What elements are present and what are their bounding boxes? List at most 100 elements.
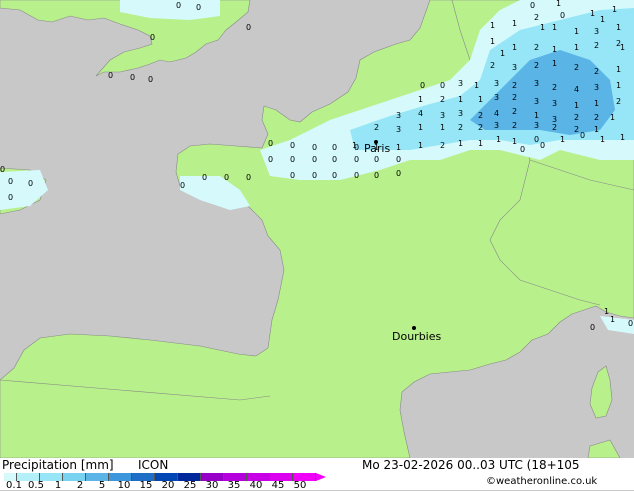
precip-value-label: 1 <box>418 141 423 150</box>
precip-value-label: 1 <box>594 99 599 108</box>
precip-value-label: 1 <box>616 23 621 32</box>
precip-value-label: 2 <box>512 107 517 116</box>
precip-value-label: 1 <box>610 315 615 324</box>
precip-value-label: 0 <box>312 155 317 164</box>
precip-value-label: 3 <box>594 83 599 92</box>
precip-value-label: 0 <box>312 171 317 180</box>
precip-value-label: 0 <box>354 155 359 164</box>
precip-value-label: 0 <box>332 143 337 152</box>
precip-value-label: 2 <box>616 97 621 106</box>
precip-value-label: 2 <box>374 123 379 132</box>
precip-value-label: 0 <box>540 141 545 150</box>
city-label-dourbies: Dourbies <box>392 330 442 343</box>
precip-value-label: 1 <box>512 43 517 52</box>
precipitation-map: 0 11 11 121 1 3 111 2 1 1 2 22 3 2 1 2 2 13 1 3 2 3 2 4 3 11 2 1 1 3 2… <box>0 0 634 458</box>
precip-value-label: 1 <box>620 133 625 142</box>
precip-value-label: 2 <box>574 125 579 134</box>
precip-value-label: 0 <box>590 323 595 332</box>
city-paris: Paris <box>364 140 390 155</box>
precip-value-label: 2 <box>512 121 517 130</box>
precip-value-label: 0 <box>180 181 185 190</box>
precip-value-label: 2 <box>512 81 517 90</box>
precip-value-label: 0 <box>534 135 539 144</box>
precip-value-label: 2 <box>458 123 463 132</box>
precip-value-label: 0 <box>580 131 585 140</box>
precip-value-label: 3 <box>594 27 599 36</box>
precip-value-label: 1 <box>560 135 565 144</box>
precip-value-label: 0 <box>312 143 317 152</box>
legend-tick-label: 15 <box>139 480 153 491</box>
legend-tick-label: 5 <box>98 480 106 491</box>
legend-tick-label: 1 <box>54 480 62 491</box>
footer-credit: ©weatheronline.co.uk <box>486 476 598 487</box>
precip-value-label: 0 <box>148 75 153 84</box>
precip-value-label: 3 <box>552 99 557 108</box>
precip-value-label: 2 <box>534 13 539 22</box>
precip-value-label: 3 <box>440 111 445 120</box>
precip-value-label: 1 <box>490 37 495 46</box>
legend-tick-label: 20 <box>161 480 175 491</box>
precip-value-label: 2 <box>574 113 579 122</box>
precip-value-label: 2 <box>574 63 579 72</box>
precip-value-label: 4 <box>574 85 579 94</box>
precip-value-label: 1 <box>458 139 463 148</box>
precip-value-label: 0 <box>268 155 273 164</box>
precip-value-label: 0 <box>354 143 359 152</box>
precip-value-label: 1 <box>418 95 423 104</box>
precip-value-label: 0 <box>396 155 401 164</box>
precip-value-label: 1 <box>552 59 557 68</box>
precip-value-label: 1 <box>478 139 483 148</box>
precip-value-label: 1 <box>574 101 579 110</box>
precip-value-label: 1 <box>574 43 579 52</box>
precip-value-label: 2 <box>594 41 599 50</box>
precip-value-label: 0 <box>420 81 425 90</box>
precip-value-label: 1 <box>500 49 505 58</box>
precip-value-label: 0 <box>224 173 229 182</box>
legend-tick-label: 50 <box>293 480 307 491</box>
precip-value-label: 2 <box>490 61 495 70</box>
precip-value-label: 1 <box>458 95 463 104</box>
precip-value-label: 0 <box>374 155 379 164</box>
legend-tick-label: 2 <box>76 480 84 491</box>
precip-value-label: 0 <box>290 155 295 164</box>
precip-value-label: 0 <box>246 23 251 32</box>
precip-value-label: 0 <box>440 81 445 90</box>
precip-value-label: 1 <box>610 113 615 122</box>
precip-value-label: 0 <box>560 11 565 20</box>
footer-model: ICON <box>138 458 169 472</box>
precip-value-label: 1 <box>590 9 595 18</box>
precip-value-label: 1 <box>474 81 479 90</box>
legend-tick-label: 40 <box>249 480 263 491</box>
precip-value-label: 1 <box>534 111 539 120</box>
legend-tick-label: 30 <box>205 480 219 491</box>
precip-value-label: 2 <box>534 43 539 52</box>
precip-value-label: 1 <box>496 135 501 144</box>
precip-value-label: 0 <box>8 193 13 202</box>
precip-value-label: 3 <box>534 97 539 106</box>
precip-value-label: 1 <box>612 5 617 14</box>
precip-value-label: 0 <box>290 171 295 180</box>
precip-value-label: 0 <box>530 1 535 10</box>
legend-tick-label: 25 <box>183 480 197 491</box>
precip-value-label: 0 <box>520 145 525 154</box>
precip-value-label: 3 <box>494 121 499 130</box>
precip-value-label: 4 <box>418 109 423 118</box>
precip-value-label: 1 <box>512 19 517 28</box>
precip-value-label: 1 <box>600 15 605 24</box>
city-label-paris: Paris <box>364 142 390 155</box>
precip-value-label: 2 <box>512 93 517 102</box>
precip-value-label: 3 <box>458 79 463 88</box>
precip-value-label: 1 <box>556 0 561 8</box>
precip-value-label: 1 <box>552 23 557 32</box>
precip-value-label: 2 <box>440 95 445 104</box>
precip-value-label: 0 <box>290 141 295 150</box>
legend-tick-label: 0.1 <box>6 480 22 491</box>
precip-value-label: 1 <box>396 143 401 152</box>
precip-value-label: 3 <box>396 111 401 120</box>
precip-value-label: 3 <box>534 79 539 88</box>
precip-value-label: 2 <box>594 67 599 76</box>
precip-value-label: 1 <box>574 27 579 36</box>
precip-value-label: 0 <box>332 171 337 180</box>
precip-value-label: 0 <box>108 71 113 80</box>
precip-value-label: 2 <box>440 141 445 150</box>
